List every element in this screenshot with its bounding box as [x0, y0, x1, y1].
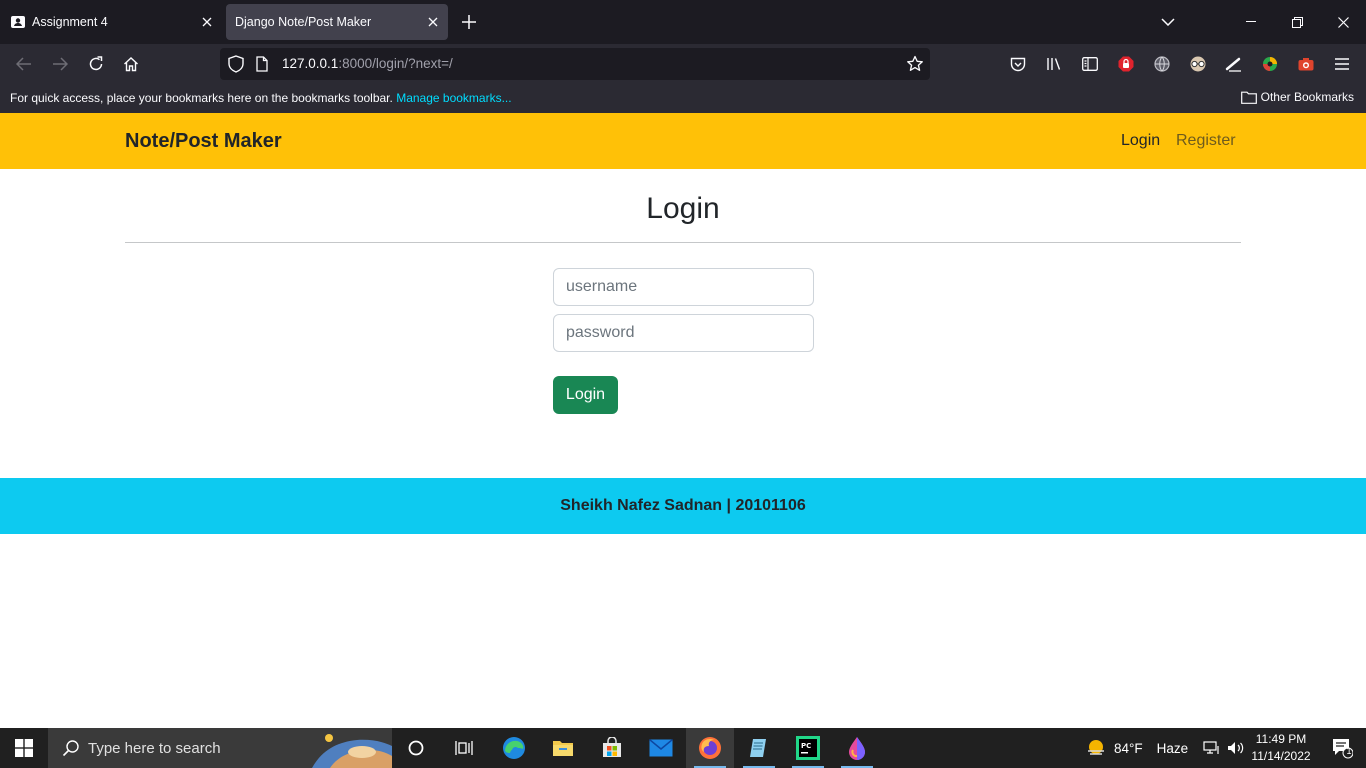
address-bar[interactable]: 127.0.0.1:8000/login/?next=/: [220, 48, 930, 80]
search-icon: [62, 739, 80, 757]
file-explorer-icon[interactable]: [539, 728, 587, 768]
minimize-window-icon[interactable]: [1241, 12, 1261, 32]
network-icon[interactable]: [1202, 738, 1222, 758]
cortana-circle-icon[interactable]: [392, 728, 440, 768]
weather-widget[interactable]: 84°F Haze: [1086, 728, 1188, 768]
bookmark-star-icon[interactable]: [906, 55, 924, 73]
username-input[interactable]: [553, 268, 814, 306]
back-arrow-icon[interactable]: [14, 54, 34, 74]
sidebar-icon[interactable]: [1080, 54, 1100, 74]
bookmarks-hint: For quick access, place your bookmarks h…: [10, 91, 512, 105]
divider: [125, 242, 1241, 243]
folder-icon: [1240, 91, 1257, 104]
home-icon[interactable]: [121, 54, 141, 74]
new-tab-plus-icon[interactable]: [458, 11, 480, 33]
list-all-tabs-chevron-icon[interactable]: [1157, 12, 1179, 32]
tab-assignment-4[interactable]: Assignment 4: [0, 4, 222, 40]
svg-text:PC: PC: [801, 742, 811, 750]
reload-icon[interactable]: [86, 54, 106, 74]
color-extension-icon[interactable]: [1260, 54, 1280, 74]
password-input[interactable]: [553, 314, 814, 352]
extension-icon[interactable]: [1224, 54, 1244, 74]
microsoft-store-icon[interactable]: [588, 728, 636, 768]
notepad-icon[interactable]: [735, 728, 783, 768]
site-footer: Sheikh Nafez Sadnan | 20101106: [0, 478, 1366, 534]
other-bookmarks-folder[interactable]: Other Bookmarks: [1240, 90, 1354, 104]
tab-django-note-post-maker[interactable]: Django Note/Post Maker: [226, 4, 448, 40]
page-title: Login: [646, 192, 720, 225]
site-brand[interactable]: Note/Post Maker: [125, 130, 282, 153]
nav-login-link[interactable]: Login: [1121, 132, 1160, 150]
manage-bookmarks-link[interactable]: Manage bookmarks...: [396, 91, 511, 105]
pocket-icon[interactable]: [1008, 54, 1028, 74]
other-bookmarks-label: Other Bookmarks: [1260, 90, 1354, 104]
taskbar-search-box[interactable]: Type here to search: [48, 728, 392, 768]
forward-arrow-icon[interactable]: [50, 54, 70, 74]
adblock-extension-icon[interactable]: [1116, 54, 1136, 74]
notifications-icon[interactable]: 1: [1322, 728, 1362, 768]
mail-icon[interactable]: [637, 728, 685, 768]
bookmarks-hint-text: For quick access, place your bookmarks h…: [10, 91, 393, 105]
close-tab-icon[interactable]: [198, 13, 216, 31]
browser-tab-bar: Assignment 4 Django Note/Post Maker: [0, 0, 1366, 44]
login-submit-button[interactable]: Login: [553, 376, 618, 414]
clock-date: 11/14/2022: [1251, 749, 1311, 763]
library-icon[interactable]: [1044, 54, 1064, 74]
page-info-icon[interactable]: [256, 56, 268, 72]
screenshot-camera-icon[interactable]: [1296, 54, 1316, 74]
close-window-icon[interactable]: [1333, 12, 1353, 32]
firefox-icon[interactable]: [686, 728, 734, 768]
taskbar-clock[interactable]: 11:49 PM 11/14/2022: [1248, 731, 1314, 765]
notification-count: 1: [1346, 746, 1352, 756]
tab-title: Assignment 4: [32, 15, 108, 29]
browser-navigation-bar: 127.0.0.1:8000/login/?next=/ 1: [0, 44, 1366, 105]
weather-sun-haze-icon: [1086, 738, 1106, 758]
weather-condition: Haze: [1156, 740, 1189, 756]
search-highlight-illustration: [312, 728, 392, 768]
windows-taskbar: Type here to search PC 84°F Haze 11:49 P…: [0, 728, 1366, 768]
tab-favicon-icon: [10, 14, 26, 30]
pycharm-icon[interactable]: PC: [784, 728, 832, 768]
url-path: :8000/login/?next=/: [338, 56, 453, 71]
tab-title: Django Note/Post Maker: [235, 15, 372, 29]
search-placeholder: Type here to search: [88, 740, 221, 757]
close-tab-icon[interactable]: [424, 13, 442, 31]
color-drop-app-icon[interactable]: [833, 728, 881, 768]
clock-time: 11:49 PM: [1255, 732, 1307, 746]
footer-text: Sheikh Nafez Sadnan | 20101106: [560, 497, 806, 514]
site-navbar: Note/Post Maker Login Register: [0, 113, 1366, 169]
url-text[interactable]: 127.0.0.1:8000/login/?next=/: [282, 56, 453, 71]
url-host: 127.0.0.1: [282, 56, 339, 71]
menu-hamburger-icon[interactable]: [1332, 54, 1352, 74]
weather-temperature: 84°F: [1114, 740, 1143, 756]
volume-speaker-icon[interactable]: [1226, 738, 1246, 758]
bookmarks-toolbar: For quick access, place your bookmarks h…: [0, 84, 1366, 113]
tracking-protection-shield-icon[interactable]: [228, 55, 244, 73]
translate-globe-extension-icon[interactable]: [1152, 54, 1172, 74]
glasses-extension-icon[interactable]: [1188, 54, 1208, 74]
task-view-icon[interactable]: [440, 728, 488, 768]
restore-window-icon[interactable]: [1287, 12, 1307, 32]
edge-browser-icon[interactable]: [490, 728, 538, 768]
windows-start-icon[interactable]: [0, 728, 48, 768]
nav-register-link[interactable]: Register: [1176, 132, 1236, 150]
